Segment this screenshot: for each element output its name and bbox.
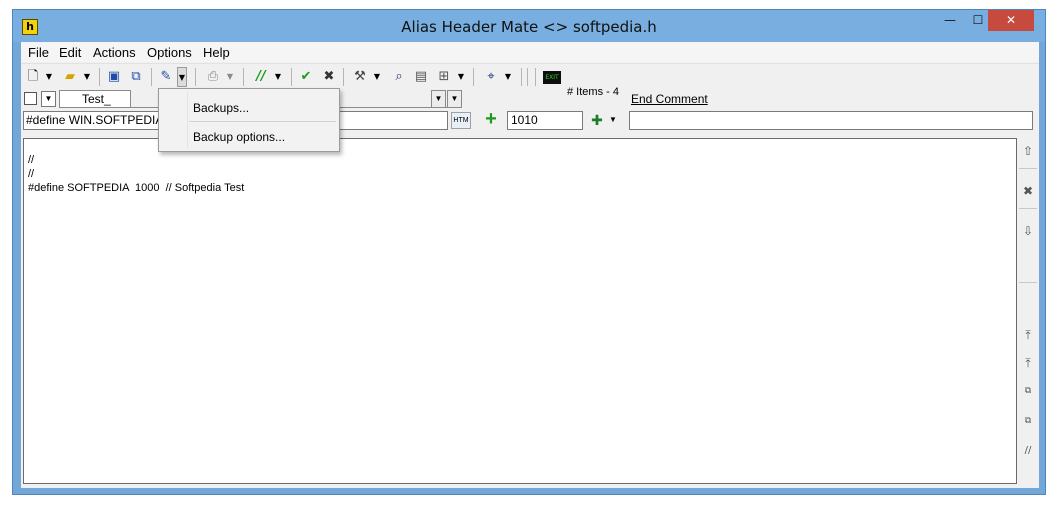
toolbar-separator xyxy=(99,68,100,86)
copy-alt-icon[interactable]: ⧉ xyxy=(1020,412,1036,430)
toolbar-separator xyxy=(243,68,244,86)
editor-area[interactable]: // // #define SOFTPEDIA 1000 // Softpedi… xyxy=(23,138,1017,484)
move-down-icon[interactable]: ⇩ xyxy=(1020,222,1036,240)
comment-icon[interactable]: // xyxy=(252,67,270,87)
print-dropdown-icon[interactable]: ▼ xyxy=(225,67,235,87)
toolbar-separator xyxy=(535,68,536,86)
exit-icon[interactable]: EXIT xyxy=(543,71,561,84)
htm-icon[interactable]: HTM xyxy=(451,112,471,129)
toolbar-separator xyxy=(521,68,522,86)
menu-edit[interactable]: Edit xyxy=(59,45,81,60)
menu-options[interactable]: Options xyxy=(147,45,192,60)
editor-line: // xyxy=(28,154,35,166)
value-input[interactable]: 1010 xyxy=(507,111,583,130)
browse-icon[interactable]: ⌖ xyxy=(482,67,500,87)
backup-menu-popup: Backups... Backup options... xyxy=(158,88,340,152)
enable-checkbox[interactable] xyxy=(24,92,37,105)
move-up-icon[interactable]: ⇧ xyxy=(1020,142,1036,160)
find-icon[interactable]: ⌕ xyxy=(390,67,408,87)
side-toolbar: ⇧ ✖ ⇩ ⤒ ⤒ ⧉ ⧉ // xyxy=(1019,138,1037,484)
delete-icon[interactable]: ✖ xyxy=(1020,182,1036,200)
window-title: Alias Header Mate <> softpedia.h xyxy=(401,18,657,36)
view-icon[interactable]: ▤ xyxy=(412,67,430,87)
popup-gutter xyxy=(187,92,188,148)
copy-icon[interactable]: ⧉ xyxy=(1020,382,1036,400)
cancel-icon[interactable]: ✖ xyxy=(320,67,338,87)
toolbar-separator xyxy=(527,68,528,86)
popup-separator xyxy=(189,121,336,122)
backup-dropdown-icon[interactable]: ▼ xyxy=(177,67,187,87)
alias-combo-dropdown-alt-icon[interactable]: ▼ xyxy=(447,90,462,108)
editor-line: #define SOFTPEDIA 1000 // Softpedia Test xyxy=(28,182,245,194)
items-count-label: # Items - 4 xyxy=(567,86,619,98)
side-separator xyxy=(1019,168,1037,169)
toolbar-separator xyxy=(151,68,152,86)
open-folder-icon[interactable]: ▰ xyxy=(61,67,79,87)
comment-line-icon[interactable]: // xyxy=(1020,442,1036,460)
comment-dropdown-icon[interactable]: ▼ xyxy=(273,67,283,87)
image-edit-dropdown-icon[interactable]: ▼ xyxy=(456,67,466,87)
menu-help[interactable]: Help xyxy=(203,45,230,60)
editor-line: // xyxy=(28,168,35,180)
app-window: h Alias Header Mate <> softpedia.h — ☐ ✕… xyxy=(12,9,1046,495)
backup-icon[interactable]: ✎ xyxy=(157,67,175,87)
toolbar-separator xyxy=(291,68,292,86)
prefix-dropdown-icon[interactable]: ▼ xyxy=(41,91,56,107)
move-top-alt-icon[interactable]: ⤒ xyxy=(1020,354,1036,372)
print-icon[interactable]: ⎙ xyxy=(204,67,222,87)
alias-combo[interactable]: Test_ xyxy=(59,90,131,108)
add-define-icon[interactable]: + xyxy=(483,109,499,129)
toolbar-separator xyxy=(473,68,474,86)
menu-file[interactable]: File xyxy=(28,45,49,60)
side-separator xyxy=(1019,282,1037,283)
move-top-icon[interactable]: ⤒ xyxy=(1020,326,1036,344)
toolbar-separator xyxy=(343,68,344,86)
menu-actions[interactable]: Actions xyxy=(93,45,136,60)
end-comment-label: End Comment xyxy=(631,92,708,106)
new-file-icon[interactable]: 🗋 xyxy=(24,67,42,87)
image-edit-icon[interactable]: ⊞ xyxy=(435,67,453,87)
close-button[interactable]: ✕ xyxy=(988,10,1034,31)
insert-dropdown-icon[interactable]: ▼ xyxy=(609,112,617,128)
side-separator xyxy=(1019,208,1037,209)
new-file-dropdown-icon[interactable]: ▼ xyxy=(44,67,54,87)
title-bar[interactable]: h Alias Header Mate <> softpedia.h — ☐ ✕ xyxy=(13,10,1045,42)
backups-menu-item[interactable]: Backups... xyxy=(193,101,249,115)
save-icon[interactable]: ▣ xyxy=(105,67,123,87)
tools-icon[interactable]: ⚒ xyxy=(351,67,369,87)
end-comment-input[interactable] xyxy=(629,111,1033,130)
browse-dropdown-icon[interactable]: ▼ xyxy=(503,67,513,87)
menu-bar: File Edit Actions Options Help xyxy=(21,42,1039,62)
save-all-icon[interactable]: ⧉ xyxy=(127,67,145,87)
insert-icon[interactable]: ✚ xyxy=(588,111,606,129)
tools-dropdown-icon[interactable]: ▼ xyxy=(372,67,382,87)
minimize-button[interactable]: — xyxy=(937,10,963,31)
open-dropdown-icon[interactable]: ▼ xyxy=(82,67,92,87)
toolbar: 🗋 ▼ ▰ ▼ ▣ ⧉ ✎ ▼ ⎙ ▼ // ▼ ✔ ✖ ⚒ ▼ ⌕ ▤ ⊞ ▼ xyxy=(21,63,1039,89)
toolbar-separator xyxy=(195,68,196,86)
alias-combo-dropdown-icon[interactable]: ▼ xyxy=(431,90,446,108)
check-icon[interactable]: ✔ xyxy=(297,67,315,87)
backup-options-menu-item[interactable]: Backup options... xyxy=(193,130,285,144)
